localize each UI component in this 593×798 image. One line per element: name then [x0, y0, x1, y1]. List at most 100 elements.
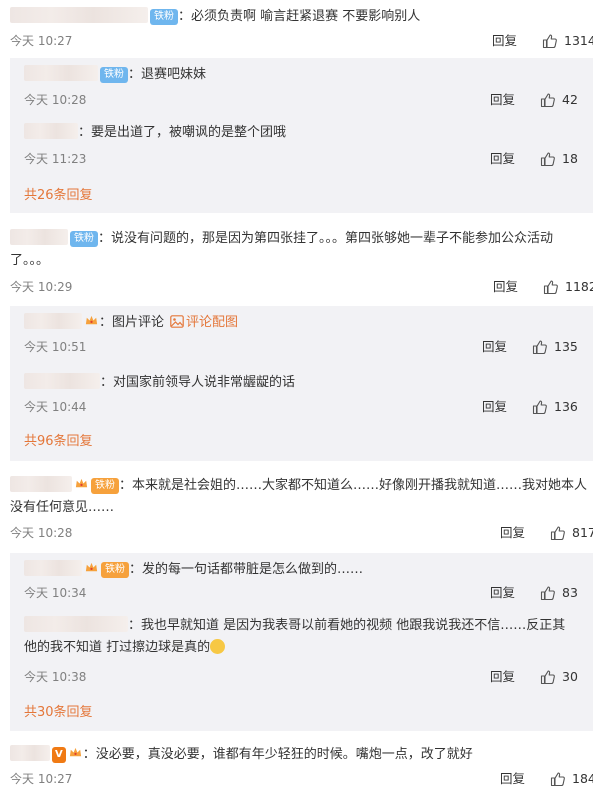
reply-text: 铁粉 ：退赛吧妹妹: [24, 64, 593, 86]
picture-link-label: 评论配图: [186, 315, 239, 330]
reply-button[interactable]: 回复: [482, 398, 507, 416]
reply-meta: 今天 11:23 回复 18: [24, 150, 593, 168]
timestamp: 今天 10:44: [24, 400, 87, 414]
reply-box: ：图片评论 评论配图 今天 10:51 回复 135 ：对国家前领导人说非常龌龊的…: [10, 306, 593, 461]
reply-meta: 今天 10:28 回复 42: [24, 91, 593, 109]
timestamp: 今天 11:23: [24, 152, 87, 166]
like-count: 83: [562, 585, 578, 600]
like-button[interactable]: 83: [540, 584, 578, 602]
fan-badge: 铁粉: [101, 562, 129, 578]
timestamp: 今天 10:28: [24, 93, 87, 107]
username[interactable]: [10, 229, 68, 245]
crown-icon: [75, 478, 88, 488]
reply-meta: 今天 10:51 回复 135: [24, 338, 593, 356]
reply-text: ：要是出道了，被嘲讽的是整个团哦: [24, 122, 593, 144]
thumbs-up-icon: [540, 93, 555, 108]
username[interactable]: [24, 313, 82, 329]
comment: 铁粉 ：说没有问题的，那是因为第四张挂了。。。第四张够她一辈子不能参加公众活动了。…: [0, 226, 593, 461]
fan-badge: 铁粉: [70, 231, 98, 247]
reply-body: ：图片评论: [99, 315, 165, 330]
comment-text: 铁粉 ：说没有问题的，那是因为第四张挂了。。。第四张够她一辈子不能参加公众活动了。…: [10, 228, 593, 272]
comment-meta: 今天 10:27 回复 184: [10, 770, 593, 788]
like-count: 817: [572, 525, 593, 540]
username[interactable]: [24, 65, 98, 81]
picture-comment-link[interactable]: 评论配图: [170, 315, 238, 330]
like-button[interactable]: 30: [540, 668, 578, 686]
reply-button[interactable]: 回复: [490, 584, 515, 602]
reply-body-line2: 他的我不知道 打过擦边球是真的: [24, 640, 211, 655]
crown-icon: [85, 315, 98, 325]
comment: 铁粉 ：本来就是社会姐的……大家都不知道么……好像刚开播我就知道……我对她本人 没有…: [0, 473, 593, 735]
username[interactable]: [10, 745, 50, 761]
like-count: 1182: [565, 279, 593, 294]
timestamp: 今天 10:27: [10, 34, 73, 48]
comment-meta: 今天 10:27 回复 1314: [10, 32, 593, 50]
timestamp: 今天 10:34: [24, 586, 87, 600]
more-replies-link[interactable]: 共30条回复: [24, 703, 93, 723]
timestamp: 今天 10:38: [24, 670, 87, 684]
reply-text: ：图片评论 评论配图: [24, 312, 593, 334]
username[interactable]: [24, 123, 78, 139]
fan-badge: 铁粉: [91, 478, 119, 494]
reply-button[interactable]: 回复: [490, 91, 515, 109]
picture-icon: [170, 315, 184, 328]
like-count: 18: [562, 151, 578, 166]
like-button[interactable]: 136: [532, 398, 578, 416]
timestamp: 今天 10:51: [24, 340, 87, 354]
like-count: 30: [562, 669, 578, 684]
reply-button[interactable]: 回复: [490, 150, 515, 168]
username[interactable]: [24, 560, 82, 576]
reply-text: ：对国家前领导人说非常龌龊的话: [24, 372, 593, 394]
smile-emoji-icon: [210, 639, 226, 654]
username[interactable]: [10, 7, 148, 23]
reply-button[interactable]: 回复: [492, 32, 517, 50]
like-button[interactable]: 184: [550, 770, 593, 788]
username[interactable]: [24, 616, 128, 632]
username[interactable]: [24, 373, 100, 389]
reply-box: 铁粉 ：发的每一句话都带脏是怎么做到的…… 今天 10:34 回复 83 ：我也早…: [10, 553, 593, 731]
timestamp: 今天 10:29: [10, 280, 73, 294]
comment-body: ：说没有问题的，那是因为第四张挂了。。。第四张够她一辈子不能参加公众活动: [98, 231, 554, 246]
thumbs-up-icon: [543, 280, 558, 295]
reply-box: 铁粉 ：退赛吧妹妹 今天 10:28 回复 42 ：要是出道了，被嘲讽的是整个团哦…: [10, 58, 593, 213]
reply-button[interactable]: 回复: [500, 770, 525, 788]
reply-meta: 今天 10:38 回复 30: [24, 668, 593, 686]
crown-icon: [69, 747, 81, 757]
comment-text: 铁粉 ：必须负责啊 喻言赶紧退赛 不要影响别人: [10, 6, 593, 28]
comment-text: V ：没必要，真没必要，谁都有年少轻狂的时候。嘴炮一点，改了就好: [10, 744, 593, 766]
timestamp: 今天 10:28: [10, 526, 73, 540]
comment: 铁粉 ：必须负责啊 喻言赶紧退赛 不要影响别人 今天 10:27 回复 1314 …: [0, 0, 593, 213]
like-button[interactable]: 18: [540, 150, 578, 168]
like-count: 136: [554, 399, 578, 414]
comment-body-line2: 没有任何意见……: [10, 500, 115, 515]
thumbs-up-icon: [540, 586, 555, 601]
reply-button[interactable]: 回复: [482, 338, 507, 356]
comment-body: ：必须负责啊 喻言赶紧退赛 不要影响别人: [178, 9, 421, 24]
like-count: 135: [554, 339, 578, 354]
comment-body-line2: 了。。。: [10, 253, 50, 268]
reply-button[interactable]: 回复: [500, 524, 525, 542]
reply-body: ：要是出道了，被嘲讽的是整个团哦: [78, 125, 287, 140]
like-button[interactable]: 817: [550, 524, 593, 542]
more-replies-link[interactable]: 共26条回复: [24, 186, 93, 206]
more-replies-link[interactable]: 共96条回复: [24, 432, 93, 452]
crown-icon: [85, 562, 98, 572]
fan-badge: 铁粉: [100, 67, 128, 83]
like-button[interactable]: 135: [532, 338, 578, 356]
reply-button[interactable]: 回复: [490, 668, 515, 686]
reply-meta: 今天 10:34 回复 83: [24, 584, 593, 602]
thumbs-up-icon: [540, 670, 555, 685]
like-button[interactable]: 1314: [542, 32, 593, 50]
thumbs-up-icon: [542, 34, 557, 49]
thumbs-up-icon: [532, 400, 547, 415]
thumbs-up-icon: [532, 340, 547, 355]
reply-button[interactable]: 回复: [493, 278, 518, 296]
username[interactable]: [10, 476, 72, 492]
like-button[interactable]: 42: [540, 91, 578, 109]
reply-meta: 今天 10:44 回复 136: [24, 398, 593, 416]
like-button[interactable]: 1182: [543, 278, 593, 296]
timestamp: 今天 10:27: [10, 772, 73, 786]
reply-body: ：发的每一句话都带脏是怎么做到的……: [129, 562, 364, 577]
comment-meta: 今天 10:28 回复 817: [10, 524, 593, 542]
like-count: 184: [572, 771, 593, 786]
